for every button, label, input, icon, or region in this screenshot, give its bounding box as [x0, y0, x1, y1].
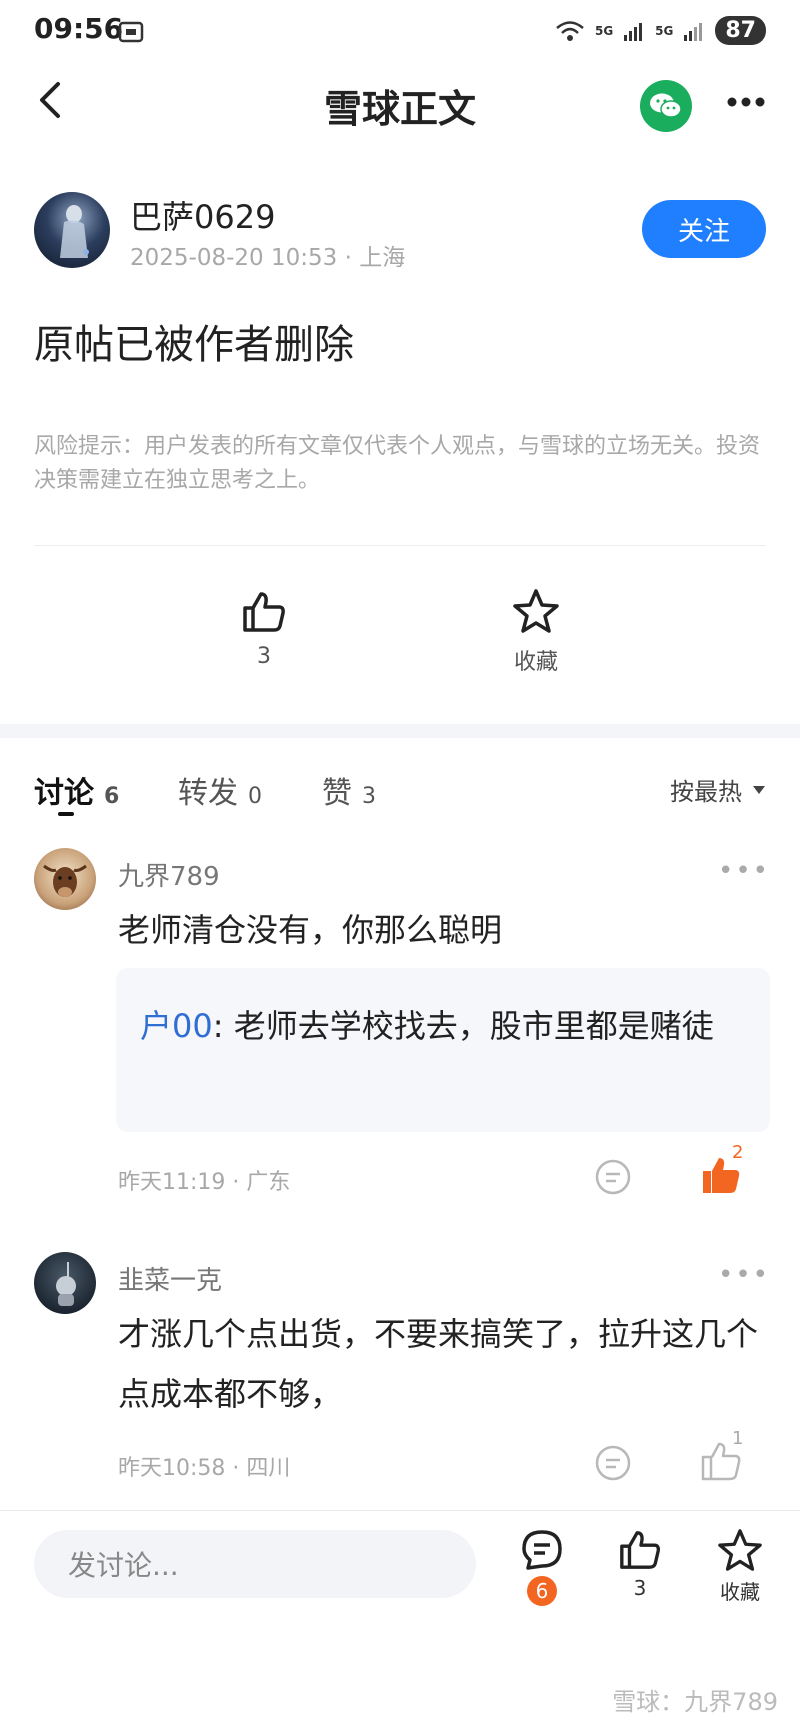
reply-bubble-icon[interactable] [594, 1444, 632, 1482]
post-collect-label: 收藏 [513, 650, 558, 675]
caret-down-icon [753, 785, 765, 794]
comment-like-count: 2 [732, 1142, 744, 1163]
tab-repost-count: 0 [248, 784, 262, 809]
comment-like-count: 1 [732, 1428, 744, 1449]
status-time: 09:56 [34, 12, 124, 45]
status-icons: 5G 5G 87 [555, 16, 766, 45]
follow-button[interactable]: 关注 [642, 200, 766, 258]
more-options-icon[interactable] [726, 96, 766, 108]
tab-discussion-label: 讨论 [34, 776, 94, 811]
bottom-bar-divider [0, 1510, 800, 1511]
thumbs-up-icon [620, 1531, 660, 1569]
signal-icon-2 [684, 22, 703, 41]
wechat-share-button[interactable] [640, 80, 692, 132]
signal-label-2: 5G [655, 23, 674, 38]
bottom-collect-label: 收藏 [720, 1580, 760, 1604]
comment-meta: 昨天11:19 · 广东 [118, 1170, 291, 1195]
post-like-button[interactable]: 3 [194, 590, 334, 669]
bottom-like-button[interactable]: 3 [600, 1528, 680, 1600]
risk-disclaimer: 风险提示：用户发表的所有文章仅代表个人观点，与雪球的立场无关。投资决策需建立在独… [34, 434, 761, 493]
comments-count-badge: 6 [527, 1576, 557, 1606]
bull-avatar-image [43, 864, 87, 897]
sort-dropdown[interactable]: 按最热 [670, 772, 766, 807]
bottom-collect-button[interactable]: 收藏 [700, 1528, 780, 1605]
wechat-icon [650, 93, 682, 118]
reply-text: : 老师去学校找去，股市里都是赌徒 [212, 1007, 714, 1045]
comment-avatar[interactable] [34, 848, 96, 910]
signal-label-1: 5G [594, 23, 614, 38]
tab-repost-label: 转发 [178, 776, 238, 811]
tab-likes-count: 3 [362, 784, 376, 809]
author-name[interactable]: 巴萨0629 [130, 192, 275, 238]
post-collect-button[interactable]: 收藏 [466, 588, 606, 676]
tab-discussion[interactable]: 讨论 6 [34, 768, 119, 812]
star-icon [513, 589, 559, 633]
author-avatar[interactable] [34, 192, 110, 268]
thumbs-up-icon [243, 592, 285, 632]
active-tab-indicator [58, 812, 74, 816]
wifi-icon [556, 20, 584, 41]
section-separator [0, 724, 800, 738]
tab-repost[interactable]: 转发 0 [178, 768, 262, 812]
comment-more-icon[interactable]: ••• [718, 1260, 770, 1290]
comment-bubble-icon [522, 1530, 562, 1570]
comment-username[interactable]: 九界789 [118, 856, 220, 893]
screenshot-icon [118, 21, 144, 43]
watermark: 雪球：九界789 [612, 1688, 778, 1716]
comment-username[interactable]: 韭菜一克 [118, 1260, 222, 1297]
star-icon [718, 1529, 762, 1571]
astronaut-avatar-image [56, 1262, 76, 1306]
reply-bubble-icon[interactable] [594, 1158, 632, 1196]
comment-more-icon[interactable]: ••• [718, 856, 770, 886]
post-body: 原帖已被作者删除 [34, 322, 354, 368]
sort-label: 按最热 [670, 778, 742, 806]
comment-input[interactable]: 发讨论... [34, 1530, 476, 1598]
author-avatar-image [60, 205, 89, 258]
tab-likes-label: 赞 [322, 776, 352, 811]
bottom-comments-button[interactable]: 6 [502, 1528, 582, 1606]
comment-text: 老师清仓没有，你那么聪明 [118, 911, 503, 949]
post-like-count: 3 [257, 644, 271, 669]
quoted-reply-content: 户00: 老师去学校找去，股市里都是赌徒 [140, 996, 760, 1056]
bottom-like-count: 3 [633, 1576, 647, 1600]
signal-icon-1 [624, 22, 643, 41]
comment-avatar[interactable] [34, 1252, 96, 1314]
divider [34, 545, 766, 546]
comment-meta: 昨天10:58 · 四川 [118, 1456, 291, 1481]
post-timestamp: 2025-08-20 10:53 · 上海 [130, 245, 406, 271]
battery-level: 87 [715, 16, 766, 45]
tab-likes[interactable]: 赞 3 [322, 768, 376, 812]
tab-discussion-count: 6 [104, 784, 120, 809]
comment-text: 才涨几个点出货，不要来搞笑了，拉升这几个点成本都不够， [118, 1315, 759, 1413]
reply-username[interactable]: 户00 [140, 1007, 213, 1045]
